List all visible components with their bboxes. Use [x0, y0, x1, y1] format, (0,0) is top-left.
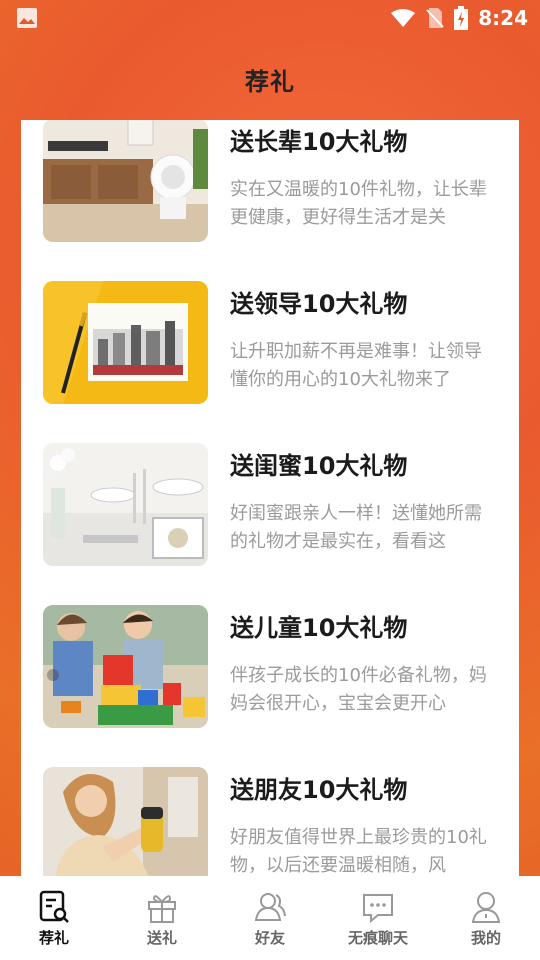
item-title: 送朋友10大礼物 — [230, 776, 408, 804]
page-title: 荐礼 — [245, 68, 295, 96]
recommend-icon — [39, 890, 69, 923]
nav-tab-recommend[interactable]: 荐礼 — [0, 876, 108, 960]
item-description: 好闺蜜跟亲人一样！送懂她所需的礼物才是最实在，看看这 — [230, 503, 482, 552]
gift-list-item-elders[interactable]: 送长辈10大礼物 实在又温暖的10件礼物，让长辈更健康，更好得生活才是关 — [21, 120, 519, 266]
gift-list-item-friend[interactable]: 送朋友10大礼物 好朋友值得世界上最珍贵的10礼物，以后还要温暖相随，风 — [21, 752, 519, 876]
battery-icon — [454, 6, 469, 30]
no-sim-icon — [426, 8, 444, 28]
friends-icon — [254, 893, 286, 921]
kids-gift-image — [43, 605, 208, 728]
bestie-gift-image — [43, 443, 208, 566]
leader-gift-image — [43, 281, 208, 404]
gift-list-item-bestie[interactable]: 送闺蜜10大礼物 好闺蜜跟亲人一样！送懂她所需的礼物才是最实在，看看这 — [21, 428, 519, 590]
nav-tab-friends[interactable]: 好友 — [216, 876, 324, 960]
item-description: 实在又温暖的10件礼物，让长辈更健康，更好得生活才是关 — [230, 179, 487, 228]
chat-icon — [363, 894, 393, 924]
gift-icon — [148, 895, 176, 923]
wifi-icon — [391, 9, 416, 27]
bottom-nav: 荐礼 送礼 好友 无痕聊天 我的 — [0, 876, 540, 960]
item-description: 让升职加薪不再是难事！让领导懂你的用心的10大礼物来了 — [230, 341, 482, 390]
gallery-notification-icon — [17, 8, 37, 28]
elders-gift-image — [43, 120, 208, 242]
nav-tab-gift[interactable]: 送礼 — [108, 876, 216, 960]
nav-label: 我的 — [470, 929, 501, 947]
status-time: 8:24 — [478, 6, 528, 30]
nav-tab-chat[interactable]: 无痕聊天 — [324, 876, 432, 960]
gift-list-item-kids[interactable]: 送儿童10大礼物 伴孩子成长的10件必备礼物，妈妈会很开心，宝宝会更开心 — [21, 590, 519, 752]
gift-list: 送长辈10大礼物 实在又温暖的10件礼物，让长辈更健康，更好得生活才是关 送领导… — [21, 120, 519, 876]
item-description: 伴孩子成长的10件必备礼物，妈妈会很开心，宝宝会更开心 — [230, 665, 487, 714]
gift-list-item-leader[interactable]: 送领导10大礼物 让升职加薪不再是难事！让领导懂你的用心的10大礼物来了 — [21, 266, 519, 428]
item-title: 送闺蜜10大礼物 — [230, 452, 408, 480]
gift-list-card: 送长辈10大礼物 实在又温暖的10件礼物，让长辈更健康，更好得生活才是关 送领导… — [21, 120, 519, 876]
status-icons: 8:24 — [390, 6, 528, 30]
nav-label: 荐礼 — [38, 929, 69, 947]
item-title: 送长辈10大礼物 — [230, 128, 408, 156]
nav-tab-profile[interactable]: 我的 — [432, 876, 540, 960]
nav-label: 送礼 — [146, 929, 177, 947]
item-title: 送儿童10大礼物 — [230, 614, 408, 642]
item-description: 好朋友值得世界上最珍贵的10礼物，以后还要温暖相随，风 — [230, 827, 487, 876]
nav-label: 好友 — [254, 929, 285, 947]
nav-label: 无痕聊天 — [347, 929, 408, 947]
status-bar: 8:24 — [0, 0, 540, 36]
item-title: 送领导10大礼物 — [230, 290, 408, 318]
friend-gift-image — [43, 767, 208, 876]
profile-icon — [471, 892, 501, 923]
